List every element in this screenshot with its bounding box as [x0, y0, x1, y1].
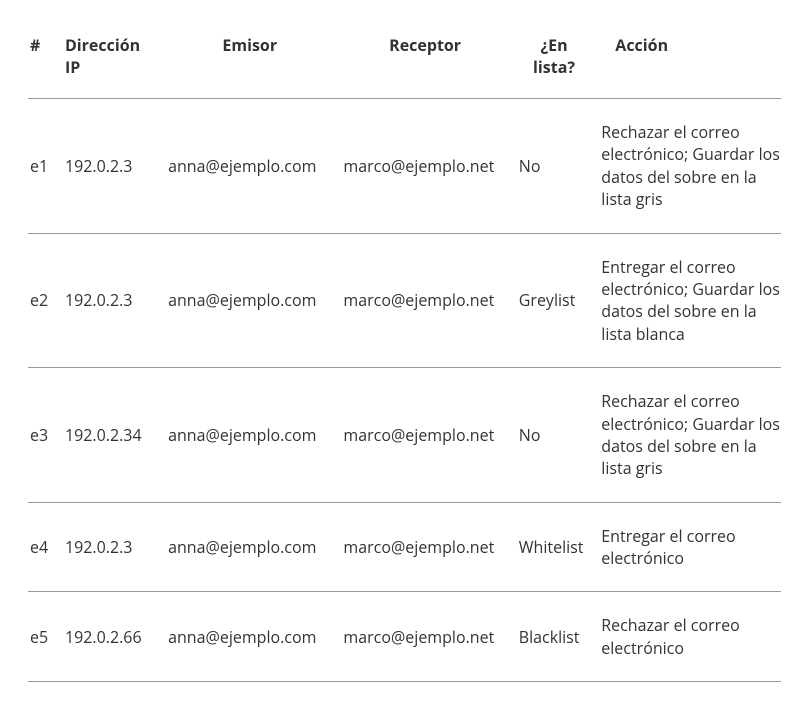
cell-sender: anna@ejemplo.com [162, 99, 337, 234]
cell-action: Rechazar el correo electrónico; Guardar … [595, 99, 781, 234]
table-row: e2 192.0.2.3 anna@ejemplo.com marco@ejem… [28, 233, 781, 368]
header-action: Acción [595, 24, 781, 99]
cell-sender: anna@ejemplo.com [162, 368, 337, 503]
cell-receiver: marco@ejemplo.net [337, 592, 512, 682]
cell-ip: 192.0.2.3 [59, 99, 162, 234]
cell-ip: 192.0.2.66 [59, 592, 162, 682]
cell-num: e4 [28, 502, 59, 592]
email-list-table: # Dirección IP Emisor Receptor ¿En lista… [28, 24, 781, 682]
cell-listed: No [513, 368, 596, 503]
cell-listed: No [513, 99, 596, 234]
cell-action: Rechazar el correo electrónico; Guardar … [595, 368, 781, 503]
cell-receiver: marco@ejemplo.net [337, 502, 512, 592]
table-row: e4 192.0.2.3 anna@ejemplo.com marco@ejem… [28, 502, 781, 592]
table-row: e5 192.0.2.66 anna@ejemplo.com marco@eje… [28, 592, 781, 682]
cell-sender: anna@ejemplo.com [162, 592, 337, 682]
cell-action: Rechazar el correo electrónico [595, 592, 781, 682]
cell-receiver: marco@ejemplo.net [337, 368, 512, 503]
header-receiver: Receptor [337, 24, 512, 99]
cell-receiver: marco@ejemplo.net [337, 233, 512, 368]
cell-ip: 192.0.2.3 [59, 233, 162, 368]
cell-sender: anna@ejemplo.com [162, 233, 337, 368]
header-num: # [28, 24, 59, 99]
cell-sender: anna@ejemplo.com [162, 502, 337, 592]
cell-action: Entregar el correo electrónico; Guardar … [595, 233, 781, 368]
header-ip: Dirección IP [59, 24, 162, 99]
cell-listed: Greylist [513, 233, 596, 368]
cell-receiver: marco@ejemplo.net [337, 99, 512, 234]
table-row: e3 192.0.2.34 anna@ejemplo.com marco@eje… [28, 368, 781, 503]
cell-num: e1 [28, 99, 59, 234]
cell-num: e2 [28, 233, 59, 368]
table-row: e1 192.0.2.3 anna@ejemplo.com marco@ejem… [28, 99, 781, 234]
cell-num: e5 [28, 592, 59, 682]
header-sender: Emisor [162, 24, 337, 99]
cell-action: Entregar el correo electrónico [595, 502, 781, 592]
cell-num: e3 [28, 368, 59, 503]
header-listed: ¿En lista? [513, 24, 596, 99]
cell-listed: Whitelist [513, 502, 596, 592]
cell-listed: Blacklist [513, 592, 596, 682]
cell-ip: 192.0.2.3 [59, 502, 162, 592]
table-header-row: # Dirección IP Emisor Receptor ¿En lista… [28, 24, 781, 99]
cell-ip: 192.0.2.34 [59, 368, 162, 503]
